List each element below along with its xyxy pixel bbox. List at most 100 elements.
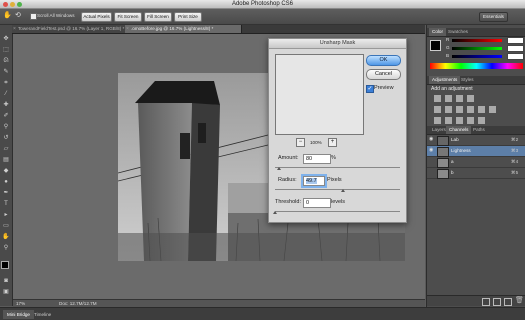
invert-icon[interactable]	[434, 117, 441, 124]
amount-field[interactable]: 80	[303, 154, 331, 164]
preview-checkbox[interactable]: ✓	[366, 85, 374, 93]
quick-select-tool-icon[interactable]: ✎	[2, 68, 10, 76]
color-balance-icon[interactable]	[456, 106, 463, 113]
channels-footer: 🗑	[427, 295, 525, 306]
hand-tool-icon[interactable]: ✋	[2, 233, 10, 241]
crop-tool-icon[interactable]: ⌗	[2, 79, 10, 87]
r-slider[interactable]	[452, 39, 502, 42]
tab-tower-and-field[interactable]: × TowerandFieldTest.psd @ 16.7% (Layer 1…	[12, 25, 131, 33]
pen-tool-icon[interactable]: ✒	[2, 189, 10, 197]
ok-button[interactable]: OK	[366, 55, 401, 66]
tab-channels[interactable]: Channels	[446, 126, 472, 134]
color-spectrum-bar[interactable]	[430, 63, 523, 69]
type-tool-icon[interactable]: T	[2, 200, 10, 208]
radius-field[interactable]: 49.7	[301, 174, 327, 188]
visibility-eye-icon[interactable]: ◉	[429, 148, 434, 153]
channel-row-b[interactable]: b ⌘5	[427, 168, 525, 179]
gradient-tool-icon[interactable]: ▤	[2, 156, 10, 164]
visibility-eye-icon[interactable]	[429, 170, 434, 175]
screen-mode-icon[interactable]: ▣	[2, 288, 10, 296]
blur-tool-icon[interactable]: ◆	[2, 167, 10, 175]
shape-tool-icon[interactable]: ▭	[2, 222, 10, 230]
visibility-eye-icon[interactable]: ◉	[429, 137, 434, 142]
healing-brush-tool-icon[interactable]: ✚	[2, 101, 10, 109]
cancel-button[interactable]: Cancel	[366, 69, 401, 80]
close-window-button[interactable]	[3, 1, 8, 7]
actual-pixels-button[interactable]: Actual Pixels	[81, 12, 112, 22]
visibility-eye-icon[interactable]	[429, 159, 434, 164]
load-selection-icon[interactable]	[482, 298, 490, 306]
g-slider[interactable]	[452, 47, 502, 50]
new-channel-icon[interactable]	[504, 298, 512, 306]
radius-slider-thumb[interactable]	[341, 189, 345, 192]
threshold-slider[interactable]	[275, 211, 400, 212]
channel-row-lab[interactable]: ◉ Lab ⌘2	[427, 135, 525, 146]
b-value[interactable]	[507, 53, 524, 60]
eraser-tool-icon[interactable]: ▱	[2, 145, 10, 153]
black-white-icon[interactable]	[467, 106, 474, 113]
amount-slider-thumb[interactable]	[277, 167, 281, 170]
levels-icon[interactable]	[445, 95, 452, 102]
brightness-contrast-icon[interactable]	[434, 95, 441, 102]
hand-tool-icon[interactable]: ✋	[3, 12, 12, 20]
history-brush-tool-icon[interactable]: ↺	[2, 134, 10, 142]
channel-mixer-icon[interactable]	[489, 106, 496, 113]
print-size-button[interactable]: Print Size	[174, 12, 202, 22]
threshold-icon[interactable]	[456, 117, 463, 124]
curves-icon[interactable]	[456, 95, 463, 102]
move-tool-icon[interactable]: ✥	[2, 35, 10, 43]
exposure-icon[interactable]	[467, 95, 474, 102]
scroll-all-windows-checkbox[interactable]	[30, 13, 37, 20]
foreground-color-swatch[interactable]	[1, 261, 9, 269]
threshold-field[interactable]: 0	[303, 198, 331, 208]
tab-color[interactable]: Color	[429, 28, 446, 36]
tab-paths[interactable]: Paths	[470, 126, 488, 134]
fill-screen-button[interactable]: Fill Screen	[144, 12, 172, 22]
zoom-level[interactable]: 17%	[16, 300, 25, 307]
quick-mask-icon[interactable]: ◙	[2, 277, 10, 285]
save-selection-icon[interactable]	[493, 298, 501, 306]
rotate-view-icon[interactable]: ⟲	[15, 12, 21, 20]
channel-shortcut: ⌘4	[511, 159, 519, 164]
tab-swatches[interactable]: Swatches	[445, 28, 471, 36]
filter-preview[interactable]	[275, 54, 364, 135]
color-foreground-swatch[interactable]	[430, 40, 441, 51]
channel-row-a[interactable]: a ⌘4	[427, 157, 525, 168]
close-tab-icon[interactable]: ×	[13, 25, 16, 33]
tab-styles[interactable]: Styles	[458, 76, 477, 84]
tab-timeline[interactable]: Timeline	[30, 310, 55, 319]
posterize-icon[interactable]	[445, 117, 452, 124]
amount-slider[interactable]	[275, 167, 400, 168]
threshold-unit: levels	[331, 199, 346, 205]
brush-tool-icon[interactable]: ✐	[2, 112, 10, 120]
tab-before-jpg[interactable]: × .omoBefore.jpg @ 16.7% (Lightness/8) *	[125, 25, 242, 33]
channel-row-lightness[interactable]: ◉ Lightness ⌘3	[427, 146, 525, 157]
marquee-tool-icon[interactable]: ⬚	[2, 46, 10, 54]
selective-color-icon[interactable]	[478, 117, 485, 124]
path-selection-tool-icon[interactable]: ▸	[2, 211, 10, 219]
hue-saturation-icon[interactable]	[445, 106, 452, 113]
workspace-switcher[interactable]: Essentials	[479, 12, 508, 22]
vibrance-icon[interactable]	[434, 106, 441, 113]
radius-slider[interactable]	[275, 189, 400, 190]
zoom-tool-icon[interactable]: ⚲	[2, 244, 10, 252]
g-value[interactable]	[507, 45, 524, 52]
dodge-tool-icon[interactable]: ●	[2, 178, 10, 186]
zoom-out-icon[interactable]: −	[296, 138, 305, 147]
threshold-slider-thumb[interactable]	[273, 211, 277, 214]
clone-stamp-tool-icon[interactable]: ⚲	[2, 123, 10, 131]
b-slider[interactable]	[452, 55, 502, 58]
gradient-map-icon[interactable]	[467, 117, 474, 124]
tab-adjustments[interactable]: Adjustments	[429, 76, 461, 84]
r-value[interactable]	[507, 37, 524, 44]
zoom-in-icon[interactable]: +	[328, 138, 337, 147]
eyedropper-tool-icon[interactable]: ⁄	[2, 90, 10, 98]
close-tab-icon[interactable]: ×	[126, 25, 129, 33]
trash-icon[interactable]: 🗑	[515, 297, 524, 305]
lasso-tool-icon[interactable]: ᘏ	[2, 57, 10, 65]
preview-zoom-label: 100%	[310, 140, 322, 145]
fit-screen-button[interactable]: Fit Screen	[114, 12, 142, 22]
minimize-window-button[interactable]	[10, 1, 15, 7]
zoom-window-button[interactable]	[17, 1, 22, 7]
photo-filter-icon[interactable]	[478, 106, 485, 113]
